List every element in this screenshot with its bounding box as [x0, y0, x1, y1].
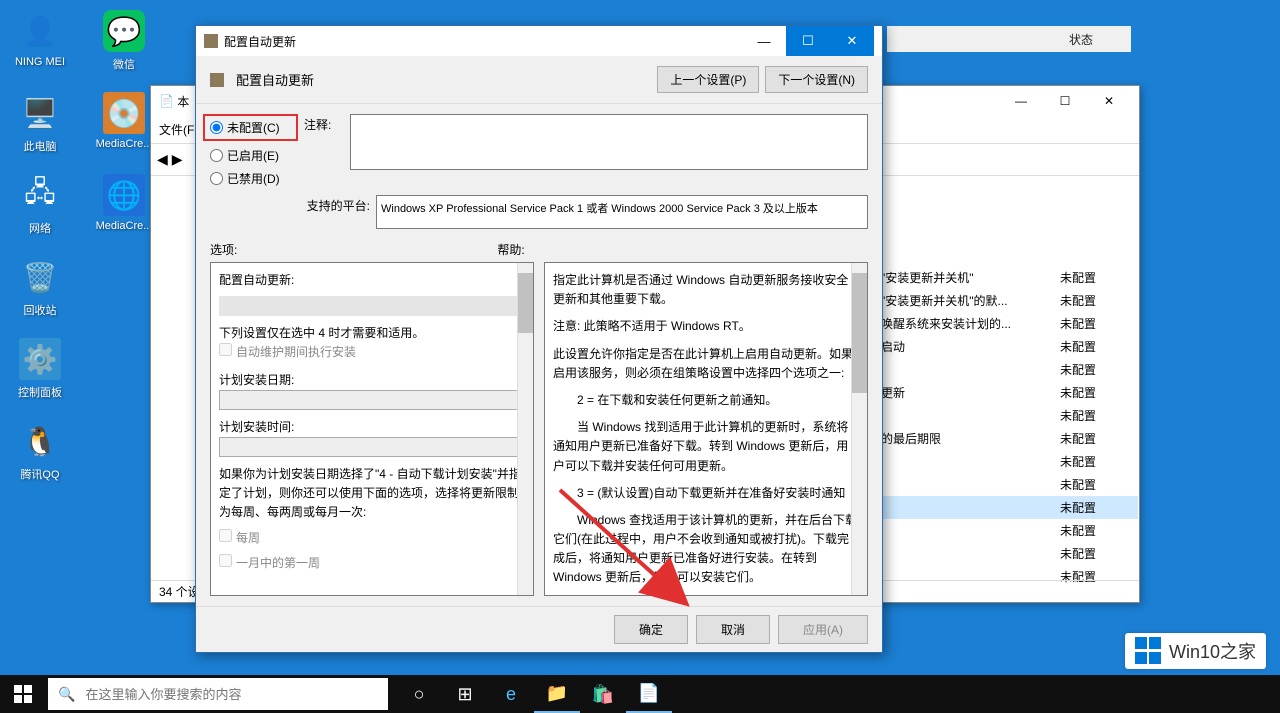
sched-day-dropdown[interactable] [219, 390, 525, 410]
nav-back-icon[interactable]: ◀ [157, 151, 168, 168]
help-label: 帮助: [497, 241, 524, 258]
desktop-icon-wechat[interactable]: 💬微信 [94, 10, 154, 72]
taskbar-search[interactable]: 🔍 [48, 678, 388, 710]
opt-note: 下列设置仅在选中 4 时才需要和适用。 [219, 324, 525, 343]
radio-disabled-input[interactable] [210, 172, 223, 185]
taskbar: 🔍 ○ ⊞ e 📁 🛍️ 📄 [0, 675, 1280, 713]
apply-button[interactable]: 应用(A) [778, 615, 868, 644]
help-p1: 指定此计算机是否通过 Windows 自动更新服务接收安全更新和其他重要下载。 [553, 271, 859, 309]
menu-file[interactable]: 文件(F [159, 121, 194, 138]
desktop-icon-this-pc[interactable]: 🖥️此电脑 [10, 92, 70, 154]
radio-enabled-input[interactable] [210, 149, 223, 162]
dialog-icon [204, 34, 218, 48]
close-button[interactable]: ✕ [1087, 87, 1131, 115]
list-row[interactable]: 更新未配置 [873, 381, 1138, 404]
search-input[interactable] [85, 687, 378, 702]
search-icon: 🔍 [58, 686, 75, 703]
win-logo-icon [1135, 637, 1163, 665]
header-title: 配置自动更新 [236, 70, 314, 89]
dialog-minimize-button[interactable]: — [742, 26, 786, 56]
help-p5: 当 Windows 找到适用于此计算机的更新时，系统将通知用户更新已准备好下载。… [553, 418, 859, 476]
desktop-icon-ningmei[interactable]: 👤NING MEI [10, 10, 70, 72]
state-radios: 未配置(C) 已启用(E) 已禁用(D) [210, 114, 298, 187]
taskview-icon[interactable]: ⊞ [442, 675, 488, 713]
options-pane: 配置自动更新: 下列设置仅在选中 4 时才需要和适用。 自动维护期间执行安装 计… [210, 262, 534, 596]
help-p3: 此设置允许你指定是否在此计算机上启用自动更新。如果启用该服务，则必须在组策略设置… [553, 345, 859, 383]
desktop-icon-qq[interactable]: 🐧腾讯QQ [10, 420, 70, 482]
help-p6: 3 = (默认设置)自动下载更新并在准备好安装时通知 [553, 484, 859, 503]
dialog-maximize-button[interactable]: ☐ [786, 26, 830, 56]
watermark-text: Win10之家 [1169, 638, 1256, 664]
radio-not-configured-input[interactable] [210, 121, 223, 134]
ok-button[interactable]: 确定 [614, 615, 688, 644]
list-row[interactable]: 未配置 [873, 450, 1138, 473]
supported-text: Windows XP Professional Service Pack 1 或… [376, 195, 868, 229]
options-scrollbar[interactable] [517, 263, 533, 595]
dialog-title-text: 配置自动更新 [224, 33, 296, 50]
list-row[interactable]: "安装更新并关机"未配置 [873, 266, 1138, 289]
list-row[interactable]: 启动未配置 [873, 335, 1138, 358]
opt-dropdown-1[interactable] [219, 296, 525, 316]
help-p7: Windows 查找适用于该计算机的更新，并在后台下载它们(在此过程中，用户不会… [553, 511, 859, 588]
cortana-icon[interactable]: ○ [396, 675, 442, 713]
prev-setting-button[interactable]: 上一个设置(P) [657, 66, 759, 93]
nav-fwd-icon[interactable]: ▶ [172, 151, 183, 168]
radio-not-configured[interactable]: 未配置(C) [203, 114, 298, 141]
gpedit-taskbar-icon[interactable]: 📄 [626, 675, 672, 713]
sched-day-label: 计划安装日期: [219, 371, 525, 390]
gpedit-title: 本 [177, 93, 189, 110]
settings-list: "安装更新并关机"未配置"安装更新并关机"的默...未配置唤醒系统来安装计划的.… [873, 266, 1138, 588]
chk-firstweek[interactable]: 一月中的第一周 [219, 554, 525, 573]
next-setting-button[interactable]: 下一个设置(N) [765, 66, 868, 93]
list-row[interactable]: 未配置 [873, 473, 1138, 496]
list-row[interactable]: 唤醒系统来安装计划的...未配置 [873, 312, 1138, 335]
help-pane: 指定此计算机是否通过 Windows 自动更新服务接收安全更新和其他重要下载。 … [544, 262, 868, 596]
maximize-button[interactable]: ☐ [1043, 87, 1087, 115]
policy-dialog: 配置自动更新 — ☐ ✕ 配置自动更新 上一个设置(P) 下一个设置(N) 未配… [195, 25, 883, 653]
chk-auto-maint[interactable]: 自动维护期间执行安装 [219, 345, 356, 359]
start-button[interactable] [0, 675, 46, 713]
sched-time-dropdown[interactable] [219, 437, 525, 457]
dialog-close-button[interactable]: ✕ [830, 26, 874, 56]
opt-note2: 如果你为计划安装日期选择了"4 - 自动下载计划安装"并指定了计划，则你还可以使… [219, 465, 525, 523]
minimize-button[interactable]: — [999, 87, 1043, 115]
store-icon[interactable]: 🛍️ [580, 675, 626, 713]
watermark: Win10之家 [1125, 633, 1266, 669]
radio-enabled[interactable]: 已启用(E) [210, 147, 298, 164]
list-row[interactable]: 未配置 [873, 519, 1138, 542]
chk-weekly[interactable]: 每周 [219, 529, 525, 548]
list-row[interactable]: 未配置 [873, 542, 1138, 565]
desktop-icon-mediacre1[interactable]: 💿MediaCre... [94, 92, 154, 154]
opt-title: 配置自动更新: [219, 271, 525, 290]
desktop-icon-recycle[interactable]: 🗑️回收站 [10, 256, 70, 318]
desktop-icon-control-panel[interactable]: ⚙️控制面板 [10, 338, 70, 400]
gpedit-title-icon: 📄 [159, 94, 174, 108]
list-row[interactable]: 的最后期限未配置 [873, 427, 1138, 450]
list-header: 状态 [887, 26, 1131, 52]
sched-time-label: 计划安装时间: [219, 418, 525, 437]
list-row[interactable]: 未配置 [873, 404, 1138, 427]
list-row[interactable]: 未配置 [873, 496, 1138, 519]
dialog-titlebar: 配置自动更新 — ☐ ✕ [196, 26, 882, 56]
explorer-icon[interactable]: 📁 [534, 675, 580, 713]
radio-disabled[interactable]: 已禁用(D) [210, 170, 298, 187]
edge-icon[interactable]: e [488, 675, 534, 713]
desktop-icon-mediacre2[interactable]: 🌐MediaCre... [94, 174, 154, 236]
header-icon [210, 73, 224, 87]
list-row[interactable]: 未配置 [873, 358, 1138, 381]
cancel-button[interactable]: 取消 [696, 615, 770, 644]
list-row[interactable]: "安装更新并关机"的默...未配置 [873, 289, 1138, 312]
desktop-icons: 👤NING MEI 💬微信 🖥️此电脑 💿MediaCre... 🖧网络 🌐Me… [10, 10, 154, 482]
options-label: 选项: [210, 241, 237, 258]
help-p2: 注意: 此策略不适用于 Windows RT。 [553, 317, 859, 336]
comment-label: 注释: [304, 114, 344, 170]
comment-textarea[interactable] [350, 114, 868, 170]
supported-label: 支持的平台: [210, 195, 370, 214]
desktop-icon-network[interactable]: 🖧网络 [10, 174, 70, 236]
help-scrollbar[interactable] [851, 263, 867, 595]
help-p4: 2 = 在下载和安装任何更新之前通知。 [553, 391, 859, 410]
